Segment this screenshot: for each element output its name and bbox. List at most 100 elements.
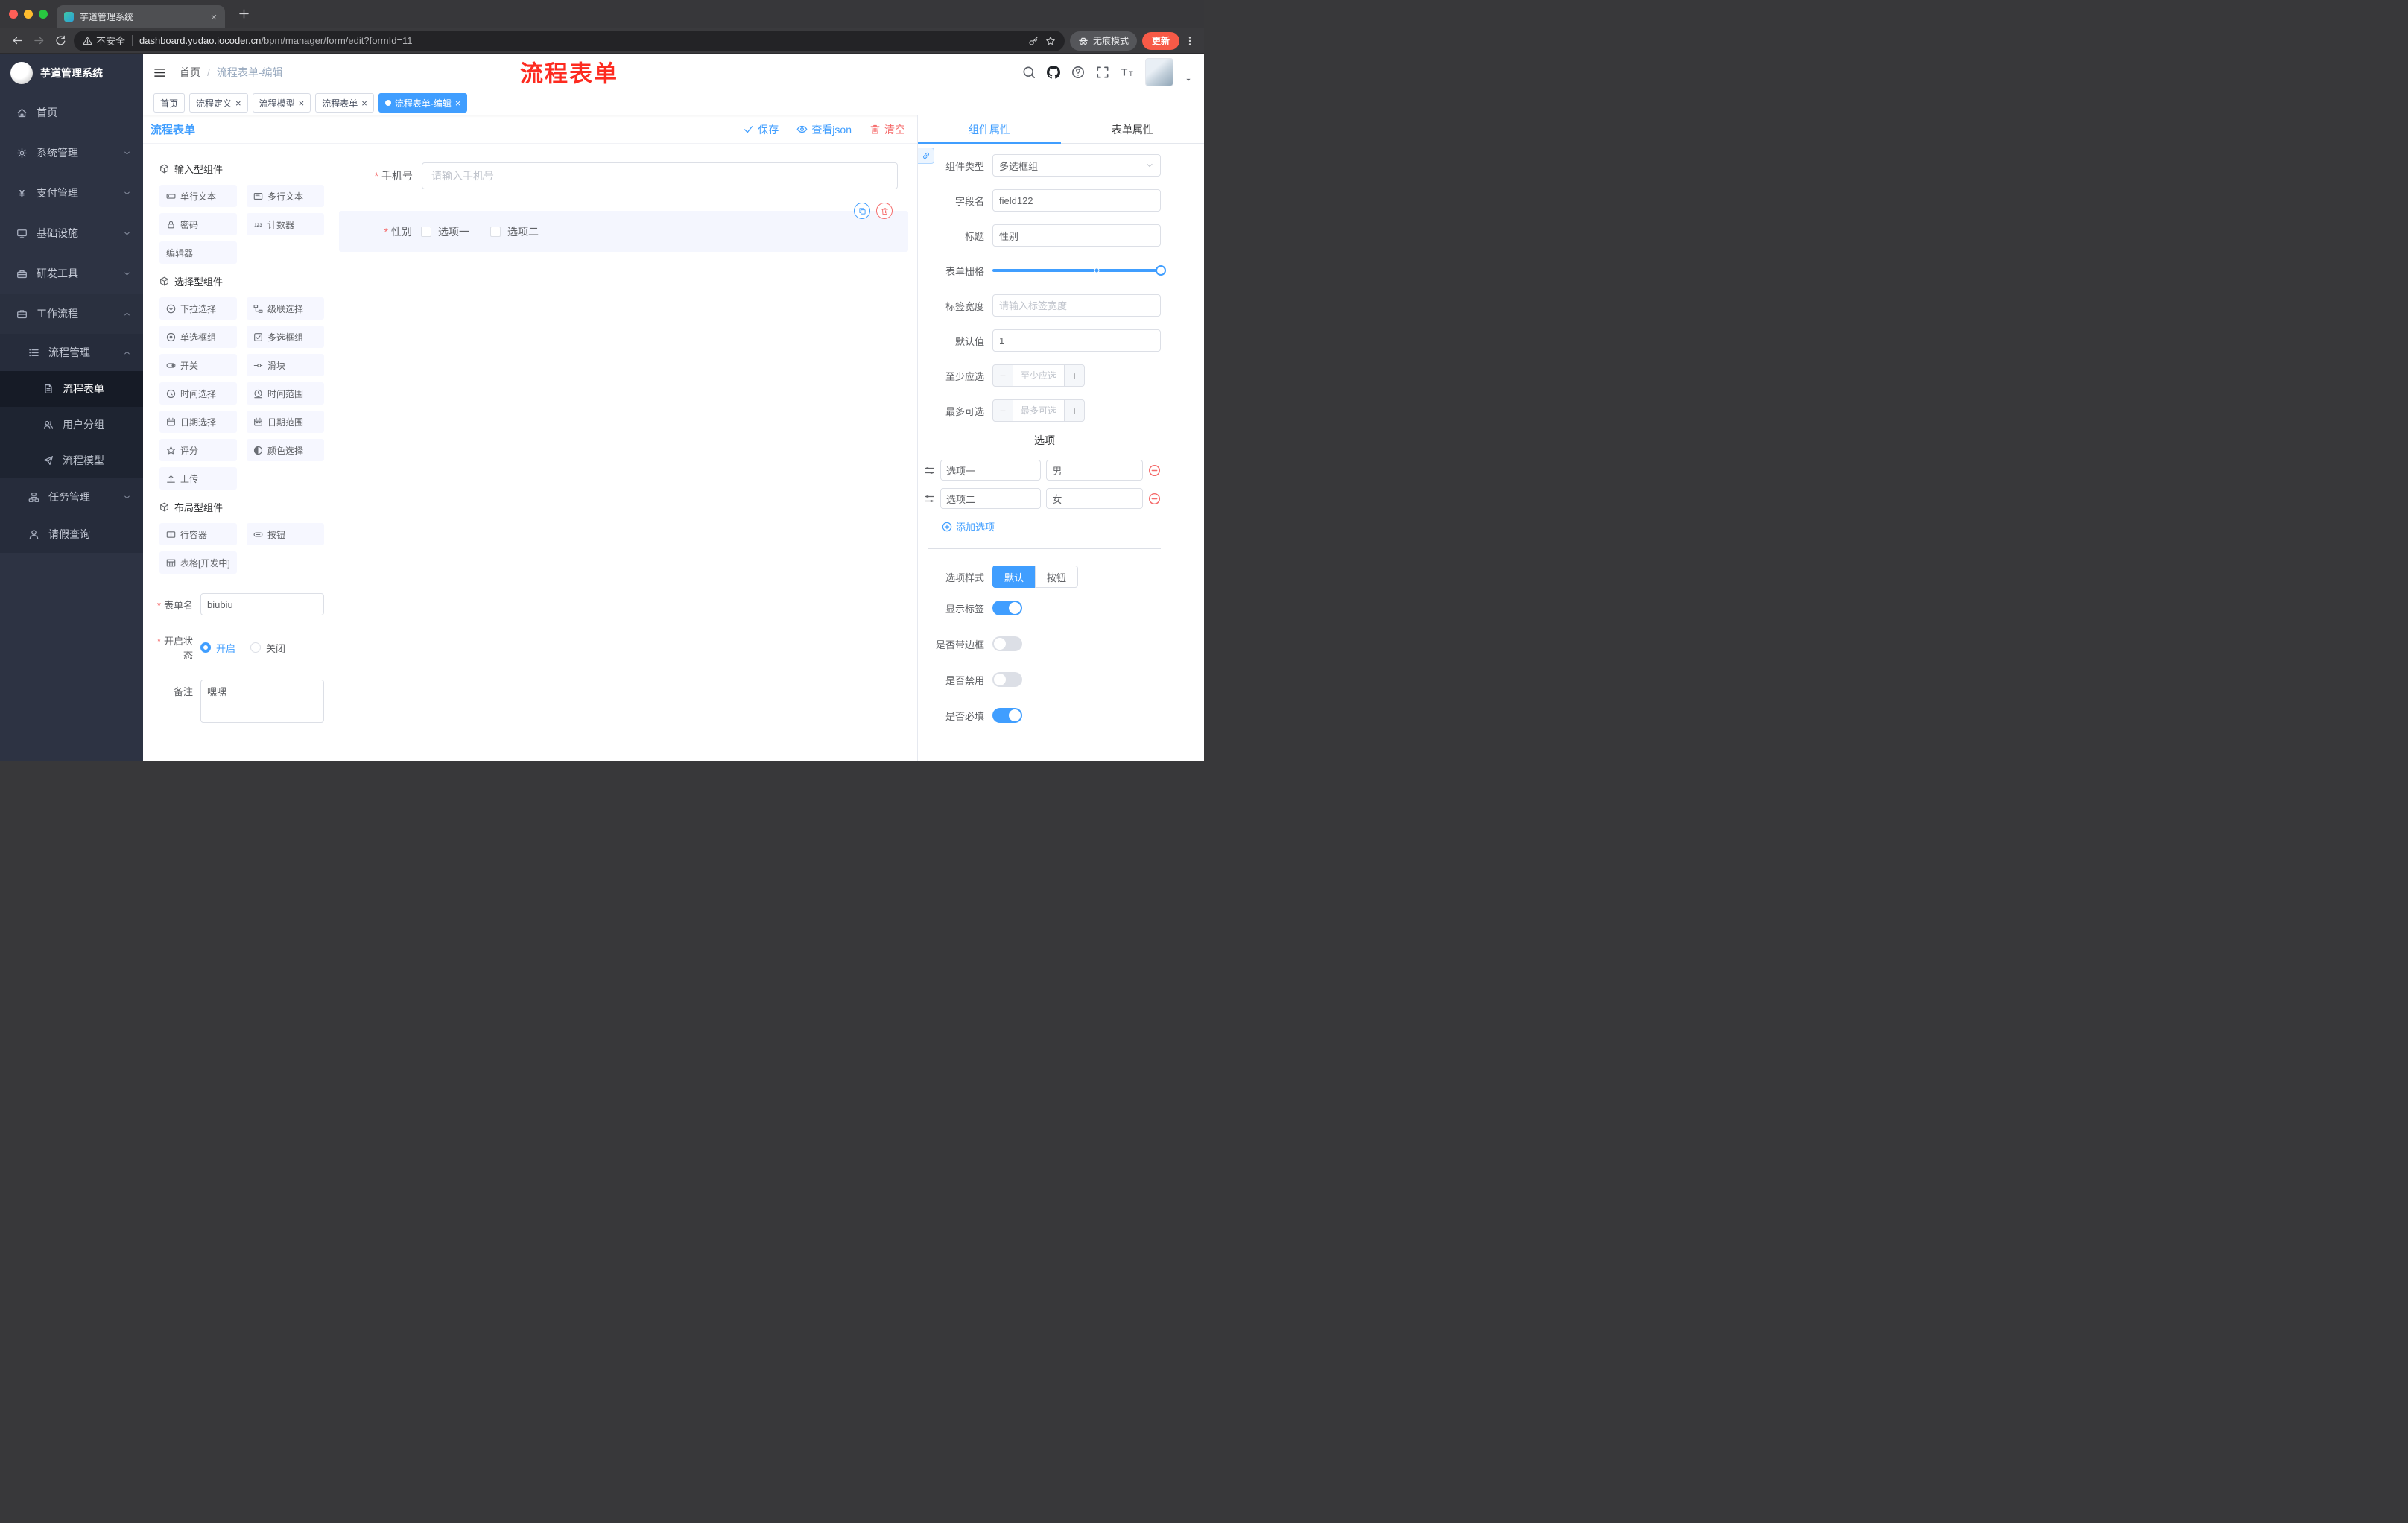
- sidebar-item-system[interactable]: 系统管理: [0, 133, 143, 173]
- minimize-window-button[interactable]: [24, 10, 33, 19]
- palette-item-checkbox-group[interactable]: 多选框组: [247, 326, 324, 348]
- sidebar-item-home[interactable]: 首页: [0, 92, 143, 133]
- max-select-input[interactable]: [1013, 399, 1064, 422]
- browser-tab[interactable]: 芋道管理系统: [57, 5, 225, 28]
- palette-item-multi-text[interactable]: 多行文本: [247, 185, 324, 207]
- palette-item-single-text[interactable]: 单行文本: [159, 185, 237, 207]
- sidebar-item-leave-query[interactable]: 请假查询: [0, 516, 143, 553]
- url-bar[interactable]: 不安全 dashboard.yudao.iocoder.cn/bpm/manag…: [74, 30, 1065, 51]
- palette-item-select[interactable]: 下拉选择: [159, 297, 237, 320]
- palette-item-switch[interactable]: 开关: [159, 354, 237, 376]
- component-type-select[interactable]: 多选框组: [992, 154, 1161, 177]
- default-value-input[interactable]: [992, 329, 1161, 352]
- phone-field-row[interactable]: 手机号: [340, 162, 898, 189]
- title-input[interactable]: [992, 224, 1161, 247]
- forward-icon[interactable]: [31, 33, 47, 49]
- disabled-toggle[interactable]: [992, 672, 1022, 687]
- slider-handle[interactable]: [1156, 265, 1166, 276]
- palette-item-cascade[interactable]: 级联选择: [247, 297, 324, 320]
- sidebar-item-process-form[interactable]: 流程表单: [0, 371, 143, 407]
- tag-close-icon[interactable]: ×: [235, 98, 241, 108]
- plus-button[interactable]: +: [1064, 399, 1085, 422]
- palette-item-date-picker[interactable]: 日期选择: [159, 411, 237, 433]
- update-button[interactable]: 更新: [1141, 31, 1179, 50]
- sidebar-item-devtools[interactable]: 研发工具: [0, 253, 143, 294]
- remove-option-icon[interactable]: [1148, 493, 1161, 505]
- tag-home[interactable]: 首页: [153, 93, 186, 113]
- style-button-button[interactable]: 按钮: [1035, 566, 1079, 588]
- palette-item-date-range[interactable]: 日期范围: [247, 411, 324, 433]
- password-key-icon[interactable]: [1028, 36, 1039, 46]
- view-json-button[interactable]: 查看json: [796, 122, 852, 137]
- user-avatar[interactable]: [1145, 58, 1173, 86]
- plus-button[interactable]: +: [1064, 364, 1085, 387]
- form-canvas[interactable]: 手机号 性别 选项一: [332, 144, 917, 762]
- tag-process-model[interactable]: 流程模型 ×: [252, 93, 311, 113]
- breadcrumb-home[interactable]: 首页: [180, 65, 200, 80]
- bookmark-star-icon[interactable]: [1045, 36, 1056, 46]
- clear-button[interactable]: 清空: [869, 122, 905, 137]
- minus-button[interactable]: −: [992, 364, 1013, 387]
- tab-component-props[interactable]: 组件属性: [918, 115, 1061, 144]
- palette-item-rate[interactable]: 评分: [159, 439, 237, 461]
- label-width-input[interactable]: [992, 294, 1161, 317]
- tag-process-form-edit[interactable]: 流程表单-编辑 ×: [378, 93, 468, 113]
- collapse-sidebar-icon[interactable]: [153, 66, 166, 79]
- drag-handle-icon[interactable]: [924, 493, 935, 504]
- show-label-toggle[interactable]: [992, 601, 1022, 615]
- phone-field-input[interactable]: [422, 162, 898, 189]
- required-toggle[interactable]: [992, 708, 1022, 723]
- tag-process-definition[interactable]: 流程定义 ×: [189, 93, 248, 113]
- slider-track[interactable]: [992, 265, 1166, 276]
- link-icon[interactable]: [918, 148, 934, 164]
- delete-component-button[interactable]: [876, 203, 893, 219]
- copy-component-button[interactable]: [854, 203, 870, 219]
- gender-option2-checkbox[interactable]: 选项二: [490, 224, 539, 239]
- border-toggle[interactable]: [992, 636, 1022, 651]
- add-option-button[interactable]: 添加选项: [942, 519, 1161, 533]
- avatar-caret-down-icon[interactable]: [1185, 76, 1192, 83]
- tag-close-icon[interactable]: ×: [361, 98, 367, 108]
- font-size-icon[interactable]: TT: [1121, 66, 1134, 79]
- sidebar-logo[interactable]: 芋道管理系统: [0, 54, 143, 92]
- drag-handle-icon[interactable]: [924, 465, 935, 476]
- option-value-input[interactable]: [1046, 488, 1143, 509]
- github-icon[interactable]: [1047, 66, 1060, 79]
- form-name-input[interactable]: [200, 593, 324, 615]
- sidebar-item-user-group[interactable]: 用户分组: [0, 407, 143, 443]
- grid-slider[interactable]: [992, 259, 1166, 282]
- palette-item-radio-group[interactable]: 单选框组: [159, 326, 237, 348]
- tab-form-props[interactable]: 表单属性: [1061, 115, 1204, 143]
- palette-item-slider[interactable]: 滑块: [247, 354, 324, 376]
- palette-item-counter[interactable]: 123 计数器: [247, 213, 324, 235]
- tag-close-icon[interactable]: ×: [455, 98, 461, 108]
- palette-item-time-range[interactable]: 时间范围: [247, 382, 324, 405]
- search-icon[interactable]: [1022, 66, 1036, 79]
- palette-item-upload[interactable]: 上传: [159, 467, 237, 490]
- help-icon[interactable]: [1071, 66, 1085, 79]
- tag-process-form[interactable]: 流程表单 ×: [315, 93, 374, 113]
- back-icon[interactable]: [9, 33, 25, 49]
- gender-option1-checkbox[interactable]: 选项一: [421, 224, 469, 239]
- option-label-input[interactable]: [940, 488, 1042, 509]
- sidebar-item-process-model[interactable]: 流程模型: [0, 443, 143, 478]
- status-on-radio[interactable]: 开启: [200, 641, 235, 655]
- sidebar-item-payment[interactable]: ¥ 支付管理: [0, 173, 143, 213]
- fullscreen-icon[interactable]: [1096, 66, 1109, 79]
- palette-item-color-picker[interactable]: 颜色选择: [247, 439, 324, 461]
- palette-item-button[interactable]: 按钮: [247, 523, 324, 545]
- security-warning[interactable]: 不安全: [83, 34, 125, 48]
- sidebar-item-workflow[interactable]: 工作流程: [0, 294, 143, 334]
- style-default-button[interactable]: 默认: [992, 566, 1036, 588]
- field-name-input[interactable]: [992, 189, 1161, 212]
- status-off-radio[interactable]: 关闭: [250, 641, 285, 655]
- option-value-input[interactable]: [1046, 460, 1143, 481]
- new-tab-button[interactable]: [238, 8, 250, 19]
- sidebar-item-infra[interactable]: 基础设施: [0, 213, 143, 253]
- gender-field-selected[interactable]: 性别 选项一 选项二: [339, 203, 908, 252]
- tab-close-icon[interactable]: [210, 13, 218, 21]
- sidebar-item-task-management[interactable]: 任务管理: [0, 478, 143, 516]
- close-window-button[interactable]: [9, 10, 18, 19]
- min-select-input[interactable]: [1013, 364, 1064, 387]
- save-button[interactable]: 保存: [743, 122, 779, 137]
